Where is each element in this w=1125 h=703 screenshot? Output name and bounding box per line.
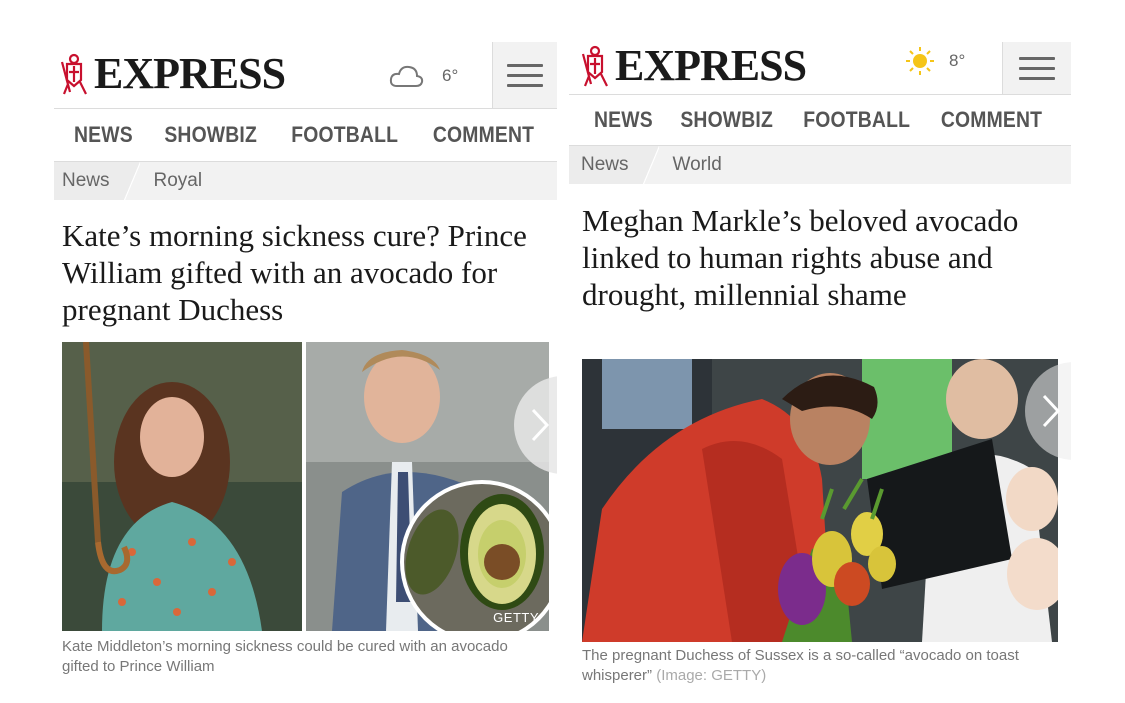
- menu-button[interactable]: [1002, 42, 1071, 94]
- hamburger-icon: [507, 57, 543, 94]
- chevron-right-icon: [1042, 394, 1061, 428]
- weather-widget[interactable]: 8°: [905, 46, 965, 76]
- breadcrumb-news[interactable]: News: [54, 162, 139, 200]
- nav-football[interactable]: FOOTBALL: [803, 95, 910, 145]
- crusader-logo-icon: [581, 45, 608, 87]
- article-image: [582, 359, 1058, 642]
- article-headline: Meghan Markle’s beloved avocado linked t…: [582, 203, 1019, 312]
- temperature: 6°: [442, 66, 459, 85]
- weather-widget[interactable]: 6°: [388, 62, 458, 90]
- express-logo[interactable]: EXPRESS: [58, 49, 286, 98]
- nav-football[interactable]: FOOTBALL: [291, 109, 398, 161]
- masthead: EXPRESS 8°: [569, 42, 1071, 95]
- image-caption: The pregnant Duchess of Sussex is a so-c…: [582, 646, 1062, 686]
- temperature: 8°: [949, 51, 966, 70]
- sun-icon: [906, 47, 934, 75]
- breadcrumb: News World: [569, 146, 1071, 184]
- breadcrumb: News Royal: [54, 162, 557, 200]
- breadcrumb-royal[interactable]: Royal: [132, 170, 203, 192]
- caption-text: Kate Middleton’s morning sickness could …: [62, 638, 508, 675]
- menu-button[interactable]: [492, 42, 557, 108]
- hamburger-icon: [1019, 50, 1055, 87]
- nav-comment[interactable]: COMMENT: [433, 109, 534, 161]
- breadcrumb-news[interactable]: News: [569, 146, 658, 184]
- crusader-logo-icon: [60, 53, 87, 95]
- article-panel-left: EXPRESS 6° NEWS SHOWBIZ FOOTBALL COMMENT…: [54, 42, 557, 682]
- nav-news[interactable]: NEWS: [594, 95, 653, 145]
- image-credit: GETTY: [493, 610, 539, 625]
- caption-credit: (Image: GETTY): [652, 667, 767, 684]
- cloud-icon: [389, 65, 424, 87]
- express-logo[interactable]: EXPRESS: [579, 42, 807, 90]
- logo-text: EXPRESS: [94, 49, 286, 98]
- nav-comment[interactable]: COMMENT: [941, 95, 1042, 145]
- article-image: GETTY: [62, 342, 549, 631]
- main-nav: NEWS SHOWBIZ FOOTBALL COMMENT: [54, 109, 557, 162]
- breadcrumb-world[interactable]: World: [651, 154, 722, 176]
- caption-text: The pregnant Duchess of Sussex is a so-c…: [582, 647, 1019, 684]
- chevron-right-icon: [531, 408, 550, 442]
- nav-showbiz[interactable]: SHOWBIZ: [680, 95, 773, 145]
- nav-news[interactable]: NEWS: [74, 109, 133, 161]
- nav-showbiz[interactable]: SHOWBIZ: [164, 109, 257, 161]
- logo-text: EXPRESS: [615, 42, 807, 90]
- article-panel-right: EXPRESS 8° NEWS SHOWBIZ FOOTBALL COMMENT…: [569, 42, 1071, 692]
- main-nav: NEWS SHOWBIZ FOOTBALL COMMENT: [569, 95, 1071, 146]
- article-headline: Kate’s morning sickness cure? Prince Wil…: [62, 218, 527, 327]
- image-caption: Kate Middleton’s morning sickness could …: [62, 637, 532, 677]
- masthead: EXPRESS 6°: [54, 42, 557, 109]
